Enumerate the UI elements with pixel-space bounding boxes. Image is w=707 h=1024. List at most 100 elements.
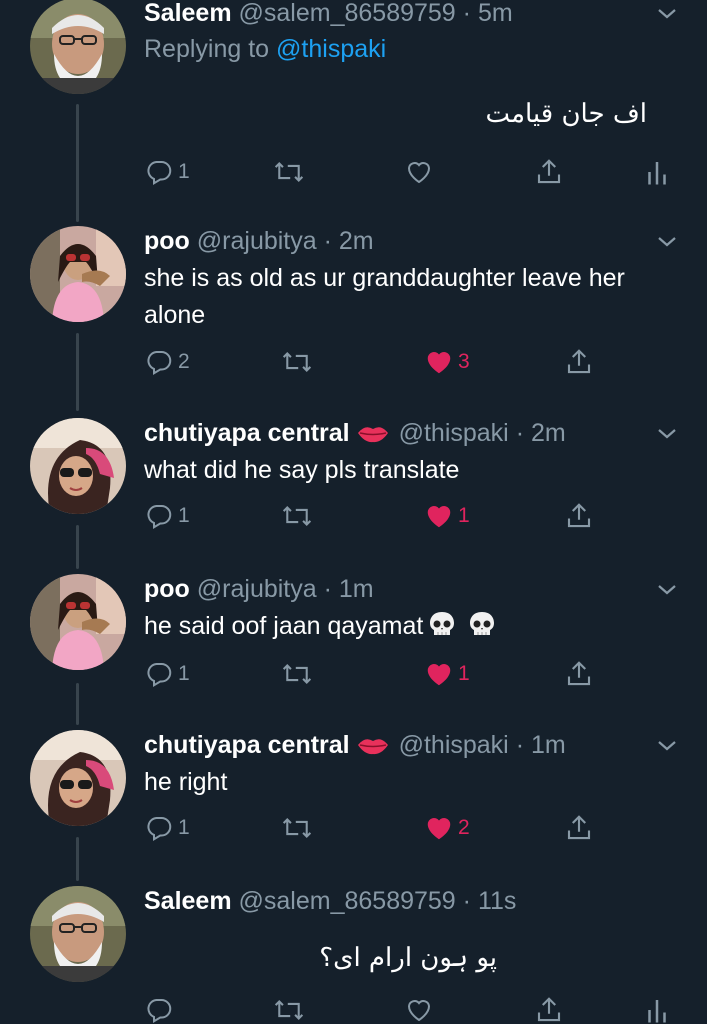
avatar[interactable] bbox=[30, 886, 126, 982]
heart-filled-icon bbox=[427, 506, 451, 528]
chevron-down-icon[interactable] bbox=[655, 422, 679, 446]
analytics-button[interactable] bbox=[644, 994, 670, 1024]
display-name[interactable]: chutiyapa central bbox=[144, 731, 350, 759]
avatar[interactable] bbox=[30, 574, 126, 670]
reply-count: 1 bbox=[178, 160, 190, 183]
user-handle[interactable]: @salem_86589759 bbox=[239, 887, 456, 915]
timestamp[interactable]: 2m bbox=[339, 227, 374, 255]
tweet-actions: 1 bbox=[144, 156, 679, 188]
share-icon bbox=[567, 503, 591, 528]
analytics-button[interactable] bbox=[644, 156, 670, 188]
chevron-down-icon[interactable] bbox=[655, 578, 679, 602]
tweet-header: poo @rajubitya · 1m bbox=[144, 574, 637, 604]
reply-button[interactable]: 1 bbox=[144, 812, 190, 844]
share-icon bbox=[537, 159, 561, 184]
timestamp[interactable]: 5m bbox=[478, 0, 513, 27]
lips-emoji bbox=[357, 427, 388, 443]
reply-mention-link[interactable]: @thispaki bbox=[276, 35, 386, 63]
like-button[interactable]: 2 bbox=[424, 812, 470, 844]
share-button[interactable] bbox=[564, 658, 594, 690]
reply-button[interactable] bbox=[144, 994, 174, 1024]
retweet-button[interactable] bbox=[272, 994, 306, 1024]
tweet-header: poo @rajubitya · 2m bbox=[144, 226, 637, 256]
tweet-text-content: he said oof jaan qayamat bbox=[144, 612, 424, 640]
retweet-button[interactable] bbox=[280, 658, 314, 690]
reply-count: 1 bbox=[178, 662, 190, 685]
share-button[interactable] bbox=[534, 994, 564, 1024]
tweet[interactable]: chutiyapa central @thispaki · 2m what di… bbox=[0, 418, 707, 548]
like-button[interactable] bbox=[404, 994, 434, 1024]
avatar[interactable] bbox=[30, 0, 126, 94]
skull-emoji bbox=[430, 612, 455, 635]
retweet-button[interactable] bbox=[280, 812, 314, 844]
tweet[interactable]: Saleem @salem_86589759 · 5m Replying to … bbox=[0, 0, 707, 208]
reply-button[interactable]: 2 bbox=[144, 346, 190, 378]
reply-count: 2 bbox=[178, 350, 190, 373]
tweet-actions: 1 1 bbox=[144, 658, 679, 690]
heart-filled-icon bbox=[427, 664, 451, 686]
share-button[interactable] bbox=[534, 156, 564, 188]
share-icon bbox=[537, 997, 561, 1022]
retweet-button[interactable] bbox=[280, 346, 314, 378]
share-button[interactable] bbox=[564, 812, 594, 844]
timestamp[interactable]: 11s bbox=[478, 887, 516, 915]
retweet-icon bbox=[282, 352, 312, 372]
share-button[interactable] bbox=[564, 500, 594, 532]
share-button[interactable] bbox=[564, 346, 594, 378]
user-handle[interactable]: @thispaki bbox=[399, 731, 509, 759]
like-button[interactable] bbox=[404, 156, 434, 188]
tweet-actions bbox=[144, 994, 679, 1024]
tweet[interactable]: chutiyapa central @thispaki · 1m he righ… bbox=[0, 730, 707, 860]
conversation-thread: Saleem @salem_86589759 · 5m Replying to … bbox=[0, 0, 707, 1024]
reply-button[interactable]: 1 bbox=[144, 500, 190, 532]
reply-button[interactable]: 1 bbox=[144, 156, 190, 188]
retweet-button[interactable] bbox=[272, 156, 306, 188]
avatar[interactable] bbox=[30, 730, 126, 826]
retweet-icon bbox=[282, 818, 312, 838]
reply-count: 1 bbox=[178, 504, 190, 527]
user-handle[interactable]: @salem_86589759 bbox=[239, 0, 456, 27]
like-count: 3 bbox=[458, 350, 470, 373]
like-count: 1 bbox=[458, 662, 470, 685]
replying-to-label: Replying to bbox=[144, 35, 270, 63]
like-button[interactable]: 3 bbox=[424, 346, 470, 378]
tweet[interactable]: poo @rajubitya · 2m she is as old as ur … bbox=[0, 226, 707, 386]
tweet[interactable]: poo @rajubitya · 1m he said oof jaan qay… bbox=[0, 574, 707, 704]
chevron-down-icon[interactable] bbox=[655, 230, 679, 254]
reply-icon bbox=[147, 817, 172, 842]
tweet[interactable]: Saleem @salem_86589759 · 11s پو ہون ارام… bbox=[0, 886, 707, 1024]
heart-icon bbox=[407, 1000, 431, 1022]
user-handle[interactable]: @thispaki bbox=[399, 419, 509, 447]
tweet-header: Saleem @salem_86589759 · 11s bbox=[144, 886, 637, 916]
reply-button[interactable]: 1 bbox=[144, 658, 190, 690]
share-icon bbox=[567, 815, 591, 840]
reply-icon bbox=[147, 505, 172, 530]
like-count: 1 bbox=[458, 504, 470, 527]
tweet-header: Saleem @salem_86589759 · 5m bbox=[144, 0, 637, 28]
timestamp[interactable]: 1m bbox=[531, 731, 566, 759]
like-button[interactable]: 1 bbox=[424, 500, 470, 532]
chevron-down-icon[interactable] bbox=[655, 734, 679, 758]
display-name[interactable]: poo bbox=[144, 227, 190, 255]
display-name[interactable]: Saleem bbox=[144, 0, 232, 27]
retweet-button[interactable] bbox=[280, 500, 314, 532]
user-handle[interactable]: @rajubitya bbox=[197, 575, 317, 603]
reply-icon bbox=[147, 999, 172, 1024]
like-button[interactable]: 1 bbox=[424, 658, 470, 690]
timestamp[interactable]: 2m bbox=[531, 419, 566, 447]
analytics-icon bbox=[648, 1000, 666, 1023]
display-name[interactable]: Saleem bbox=[144, 887, 232, 915]
user-handle[interactable]: @rajubitya bbox=[197, 227, 317, 255]
chevron-down-icon[interactable] bbox=[655, 2, 679, 26]
share-icon bbox=[567, 349, 591, 374]
analytics-icon bbox=[648, 162, 666, 185]
separator-dot: · bbox=[323, 227, 332, 255]
display-name[interactable]: poo bbox=[144, 575, 190, 603]
heart-filled-icon bbox=[427, 818, 451, 840]
timestamp[interactable]: 1m bbox=[339, 575, 374, 603]
avatar[interactable] bbox=[30, 226, 126, 322]
reply-count: 1 bbox=[178, 816, 190, 839]
avatar[interactable] bbox=[30, 418, 126, 514]
display-name[interactable]: chutiyapa central bbox=[144, 419, 350, 447]
retweet-icon bbox=[274, 1000, 304, 1020]
